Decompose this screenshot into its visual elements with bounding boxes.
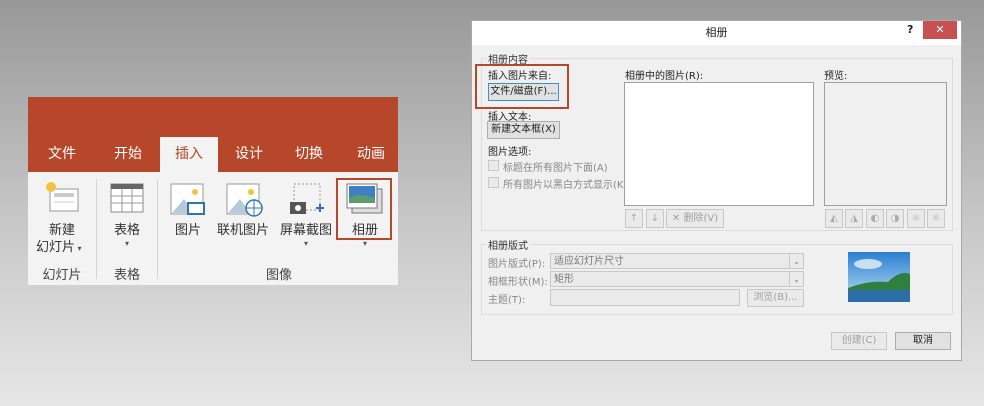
picture-layout-label: 图片版式(P): — [488, 259, 546, 270]
help-button[interactable]: ? — [907, 23, 913, 36]
close-button[interactable]: ✕ — [923, 21, 957, 39]
highlight-box — [475, 64, 569, 109]
brightness-up-icon[interactable]: ☼ — [907, 209, 925, 228]
move-up-button[interactable]: ↑ — [625, 209, 643, 228]
tab-design[interactable]: 设计 — [224, 137, 274, 172]
tab-transitions[interactable]: 切换 — [284, 137, 334, 172]
table-button[interactable]: 表格 ▾ — [104, 181, 150, 261]
table-label: 表格 — [113, 223, 140, 238]
album-layout-label: 相册版式 — [486, 237, 530, 252]
highlight-box — [336, 178, 392, 240]
rotate-left-icon[interactable]: ◭ — [825, 209, 843, 228]
cancel-button[interactable]: 取消 — [895, 332, 951, 350]
captions-checkbox[interactable] — [488, 160, 499, 171]
new-slide-icon — [46, 182, 79, 212]
chevron-down-icon: ▾ — [124, 239, 129, 248]
preview-box — [824, 82, 947, 206]
chevron-down-icon: ▾ — [303, 239, 308, 248]
online-picture-label: 联机图片 — [216, 223, 269, 238]
group-label-images: 图像 — [265, 268, 292, 283]
divider — [96, 179, 97, 279]
x-icon: ✕ — [671, 213, 684, 224]
theme-input[interactable] — [550, 289, 740, 306]
picture-button[interactable]: 图片 — [166, 181, 210, 251]
theme-label: 主题(T): — [488, 295, 526, 306]
new-slide-label-2: 幻灯片 ▾ — [36, 240, 82, 255]
screenshot-button[interactable]: 屏幕截图 ▾ — [276, 181, 336, 261]
dialog-title: 相册 — [472, 21, 961, 45]
black-white-checkbox[interactable] — [488, 177, 499, 188]
tab-home[interactable]: 开始 — [102, 137, 154, 172]
screenshot-label: 屏幕截图 — [279, 223, 332, 238]
chevron-down-icon: ▾ — [362, 239, 367, 248]
tab-file[interactable]: 文件 — [38, 137, 86, 172]
create-button[interactable]: 创建(C) — [831, 332, 887, 350]
online-picture-button[interactable]: 联机图片 — [212, 181, 274, 251]
tab-insert[interactable]: 插入 — [160, 137, 218, 172]
pictures-in-album-label: 相册中的图片(R): — [625, 71, 704, 82]
online-picture-icon — [226, 183, 263, 217]
rotate-right-icon[interactable]: ◮ — [845, 209, 863, 228]
group-label-tables: 表格 — [113, 268, 140, 283]
layout-preview-image — [848, 252, 910, 302]
black-white-label: 所有图片以黑白方式显示(K) — [503, 180, 628, 191]
picture-layout-select[interactable]: 适应幻灯片尺寸 ⌄ — [550, 253, 804, 269]
captions-label: 标题在所有图片下面(A) — [503, 163, 608, 174]
pictures-list[interactable] — [624, 82, 814, 206]
contrast-up-icon[interactable]: ◐ — [866, 209, 884, 228]
powerpoint-ribbon: 文件 开始 插入 设计 切换 动画 新建 幻灯片 ▾ 幻灯片 表格 ▾ 表格 图… — [28, 97, 398, 285]
move-down-button[interactable]: ↓ — [646, 209, 664, 228]
frame-shape-label: 相框形状(M): — [488, 277, 548, 288]
picture-label: 图片 — [174, 223, 201, 238]
group-label-slides: 幻灯片 — [42, 268, 82, 283]
new-textbox-button[interactable]: 新建文本框(X) — [487, 121, 560, 139]
screenshot-icon — [290, 183, 324, 214]
frame-shape-select[interactable]: 矩形 ⌄ — [550, 271, 804, 287]
photo-album-dialog: 相册 ? ✕ 相册内容 插入图片来自: 文件/磁盘(F)... 插入文本: 新建… — [471, 20, 962, 361]
divider — [157, 179, 158, 279]
contrast-down-icon[interactable]: ◑ — [886, 209, 904, 228]
brightness-down-icon[interactable]: ☼ — [927, 209, 945, 228]
tab-animations[interactable]: 动画 — [346, 137, 396, 172]
remove-button[interactable]: ✕ 删除(V) — [666, 209, 724, 228]
picture-options-label: 图片选项: — [488, 147, 532, 158]
table-icon — [110, 183, 144, 213]
preview-label: 预览: — [824, 71, 848, 82]
browse-button[interactable]: 浏览(B)... — [747, 289, 804, 307]
chevron-down-icon: ⌄ — [789, 254, 803, 268]
chevron-down-icon: ⌄ — [789, 272, 803, 286]
picture-icon — [170, 183, 205, 215]
